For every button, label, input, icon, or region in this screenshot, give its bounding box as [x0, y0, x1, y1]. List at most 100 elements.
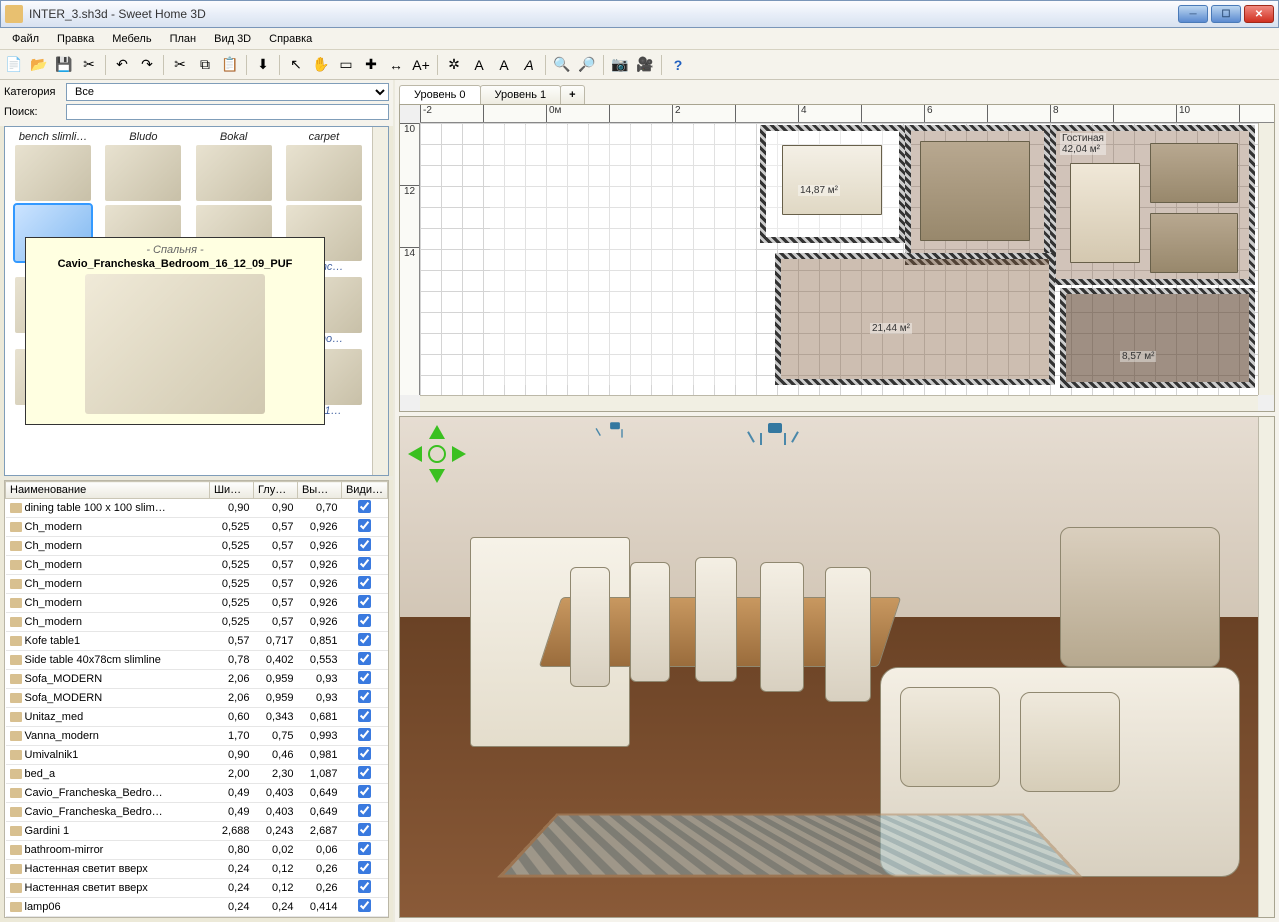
table-row[interactable]: Sofa_MODERN2,060,9590,93 — [6, 670, 388, 689]
menu-file[interactable]: Файл — [4, 31, 47, 47]
titlebar[interactable]: INTER_3.sh3d - Sweet Home 3D ─ ☐ ✕ — [0, 0, 1279, 28]
col-depth[interactable]: Глу… — [253, 482, 297, 499]
table-row[interactable]: bed_a2,002,301,087 — [6, 765, 388, 784]
visible-checkbox[interactable] — [358, 595, 371, 608]
plan-scrollbar-h[interactable] — [420, 395, 1258, 411]
plan-scrollbar-v[interactable] — [1258, 123, 1274, 395]
visible-checkbox[interactable] — [358, 728, 371, 741]
visible-checkbox[interactable] — [358, 671, 371, 684]
search-input[interactable] — [66, 104, 389, 120]
maximize-button[interactable]: ☐ — [1211, 5, 1241, 23]
wall-icon[interactable]: ▭ — [335, 54, 357, 76]
table-row[interactable]: Настенная светит вверх0,240,120,26 — [6, 860, 388, 879]
new-icon[interactable]: 📄 — [3, 54, 25, 76]
visible-checkbox[interactable] — [358, 633, 371, 646]
visible-checkbox[interactable] — [358, 823, 371, 836]
table-row[interactable]: lamp060,240,240,414 — [6, 898, 388, 917]
tab-level-1[interactable]: Уровень 1 — [480, 85, 562, 104]
nav-up-icon[interactable] — [429, 425, 445, 439]
table-row[interactable]: Ch_modern0,5250,570,926 — [6, 518, 388, 537]
dimension-icon[interactable]: ↔ — [385, 54, 407, 76]
table-row[interactable]: Sofa_MODERN2,060,9590,93 — [6, 689, 388, 708]
table-row[interactable]: dining table 100 x 100 slim…0,900,900,70 — [6, 499, 388, 518]
table-row[interactable]: Unitaz_med0,600,3430,681 — [6, 708, 388, 727]
table-row[interactable]: Ch_modern0,5250,570,926 — [6, 556, 388, 575]
visible-checkbox[interactable] — [358, 880, 371, 893]
table-row[interactable]: Ch_modern0,5250,570,926 — [6, 537, 388, 556]
nav-left-icon[interactable] — [408, 446, 422, 462]
table-row[interactable]: Ch_modern0,5250,570,926 — [6, 613, 388, 632]
visible-checkbox[interactable] — [358, 690, 371, 703]
compass-icon[interactable]: ✲ — [443, 54, 465, 76]
table-row[interactable]: Umivalnik10,900,460,981 — [6, 746, 388, 765]
col-name[interactable]: Наименование — [6, 482, 210, 499]
open-icon[interactable]: 📂 — [28, 54, 50, 76]
style1-icon[interactable]: A — [468, 54, 490, 76]
visible-checkbox[interactable] — [358, 652, 371, 665]
undo-icon[interactable]: ↶ — [111, 54, 133, 76]
menu-help[interactable]: Справка — [261, 31, 320, 47]
catalog-scrollbar[interactable] — [372, 127, 388, 475]
table-row[interactable]: Ch_modern0,5250,570,926 — [6, 575, 388, 594]
addfurn-icon[interactable]: ⬇ — [252, 54, 274, 76]
pan-icon[interactable]: ✋ — [310, 54, 332, 76]
menu-furniture[interactable]: Мебель — [104, 31, 159, 47]
nav-center-icon[interactable] — [428, 445, 446, 463]
col-width[interactable]: Ши… — [209, 482, 253, 499]
visible-checkbox[interactable] — [358, 557, 371, 570]
visible-checkbox[interactable] — [358, 861, 371, 874]
photo-icon[interactable]: 📷 — [609, 54, 631, 76]
3d-view[interactable] — [399, 416, 1275, 918]
3d-scrollbar[interactable] — [1258, 417, 1274, 917]
visible-checkbox[interactable] — [358, 899, 371, 912]
table-row[interactable]: Vanna_modern1,700,750,993 — [6, 727, 388, 746]
redo-icon[interactable]: ↷ — [136, 54, 158, 76]
nav-right-icon[interactable] — [452, 446, 466, 462]
table-row[interactable]: Gardini 12,6880,2432,687 — [6, 822, 388, 841]
close-button[interactable]: ✕ — [1244, 5, 1274, 23]
menu-plan[interactable]: План — [162, 31, 205, 47]
table-row[interactable]: Ch_modern0,5250,570,926 — [6, 594, 388, 613]
visible-checkbox[interactable] — [358, 785, 371, 798]
plan-canvas[interactable]: 14,87 м² 21,44 м² 8,57 м² Гостиная 42,04… — [420, 123, 1258, 395]
table-row[interactable]: Side table 40x78cm slimline0,780,4020,55… — [6, 651, 388, 670]
zoomin-icon[interactable]: 🔍 — [551, 54, 573, 76]
menu-edit[interactable]: Правка — [49, 31, 102, 47]
select-icon[interactable]: ↖ — [285, 54, 307, 76]
table-row[interactable]: Cavio_Francheska_Bedro…0,490,4030,649 — [6, 784, 388, 803]
3d-nav-widget[interactable] — [408, 425, 466, 483]
catalog-item[interactable]: bench slimli… — [9, 131, 97, 201]
help-icon[interactable]: ? — [667, 54, 689, 76]
prefs-icon[interactable]: ✂ — [78, 54, 100, 76]
col-height[interactable]: Вы… — [297, 482, 341, 499]
save-icon[interactable]: 💾 — [53, 54, 75, 76]
visible-checkbox[interactable] — [358, 709, 371, 722]
copy-icon[interactable]: ⧉ — [194, 54, 216, 76]
paste-icon[interactable]: 📋 — [219, 54, 241, 76]
style2-icon[interactable]: A — [493, 54, 515, 76]
menu-3dview[interactable]: Вид 3D — [206, 31, 259, 47]
category-select[interactable]: Все — [66, 83, 389, 101]
tab-level-0[interactable]: Уровень 0 — [399, 85, 481, 104]
table-row[interactable]: Cavio_Francheska_Bedro…0,490,4030,649 — [6, 803, 388, 822]
visible-checkbox[interactable] — [358, 500, 371, 513]
table-row[interactable]: bathroom-mirror0,800,020,06 — [6, 841, 388, 860]
visible-checkbox[interactable] — [358, 614, 371, 627]
visible-checkbox[interactable] — [358, 804, 371, 817]
cut-icon[interactable]: ✂ — [169, 54, 191, 76]
minimize-button[interactable]: ─ — [1178, 5, 1208, 23]
table-row[interactable]: Kofe table10,570,7170,851 — [6, 632, 388, 651]
visible-checkbox[interactable] — [358, 576, 371, 589]
tab-add-level[interactable]: + — [560, 85, 584, 104]
visible-checkbox[interactable] — [358, 747, 371, 760]
furniture-list[interactable]: Наименование Ши… Глу… Вы… Види… dining t… — [4, 480, 389, 918]
style3-icon[interactable]: A — [518, 54, 540, 76]
catalog-item[interactable]: Bludo — [99, 131, 187, 201]
room-icon[interactable]: ✚ — [360, 54, 382, 76]
visible-checkbox[interactable] — [358, 538, 371, 551]
text-icon[interactable]: A+ — [410, 54, 432, 76]
nav-down-icon[interactable] — [429, 469, 445, 483]
table-row[interactable]: lamp060,240,240,414 — [6, 917, 388, 919]
floorplan[interactable]: -20м246810121416 101214 14,87 м² 21,44 м… — [399, 104, 1275, 412]
video-icon[interactable]: 🎥 — [634, 54, 656, 76]
